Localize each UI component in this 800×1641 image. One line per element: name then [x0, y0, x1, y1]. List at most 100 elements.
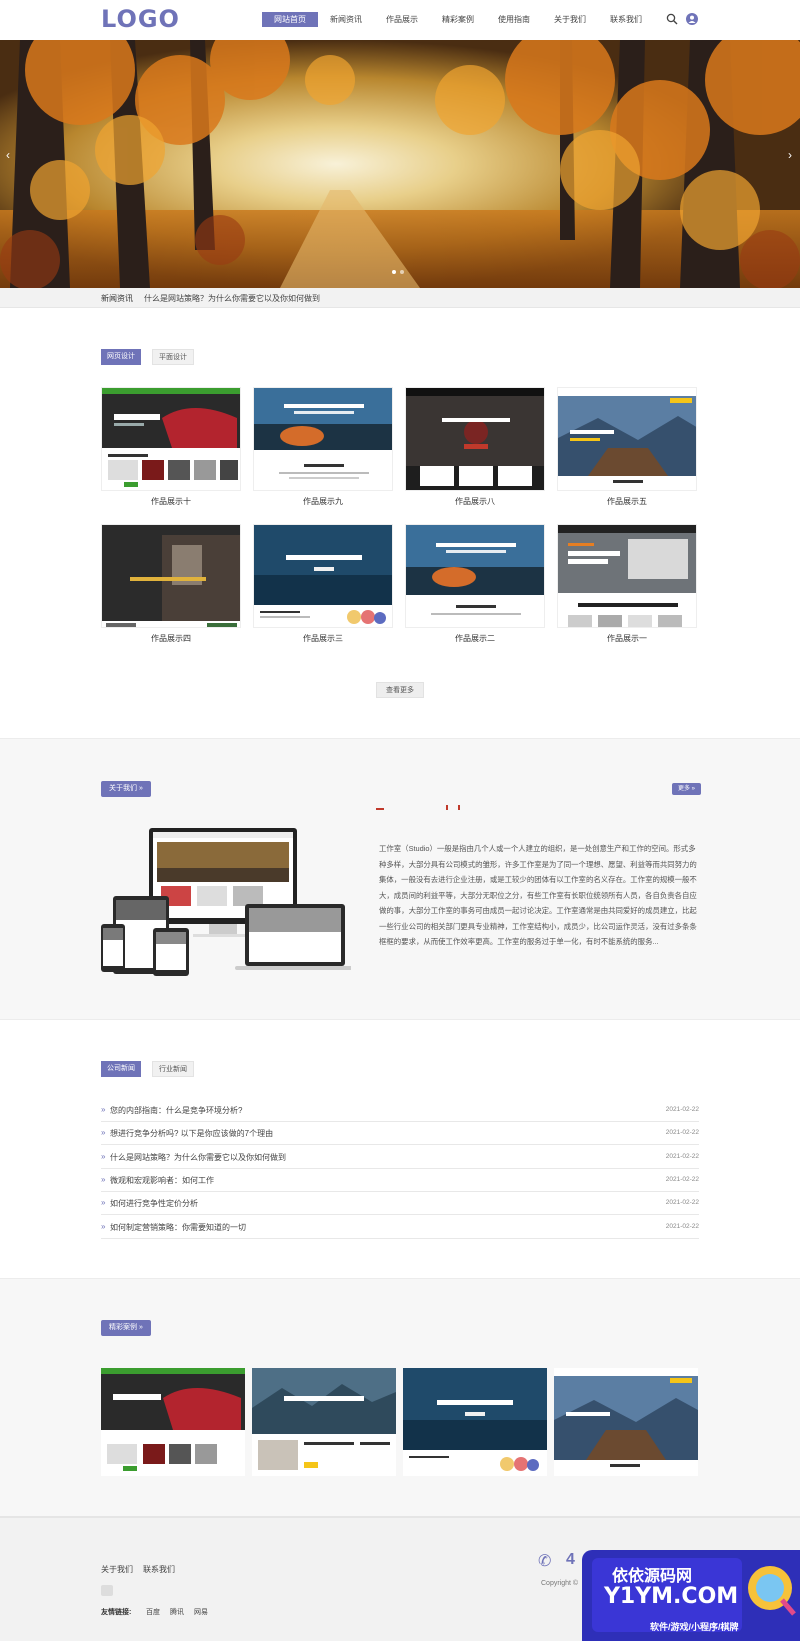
work-thumbnail [405, 387, 545, 491]
footer-link-about[interactable]: 关于我们 [101, 1564, 133, 1575]
news-bullet-icon: » [101, 1174, 106, 1184]
news-title[interactable]: 您的内部指南：什么是竞争环境分析? [110, 1105, 242, 1116]
nav-news[interactable]: 新闻资讯 [318, 12, 374, 27]
user-icon[interactable] [686, 13, 698, 25]
work-thumbnail [557, 387, 697, 491]
tab-web-design[interactable]: 网页设计 [101, 349, 141, 365]
title-decoration [376, 805, 460, 810]
work-thumbnail [557, 524, 697, 628]
work-caption[interactable]: 作品展示五 [557, 496, 697, 507]
banner-prev-arrow[interactable]: ‹ [6, 148, 10, 162]
banner-dot[interactable] [392, 270, 396, 274]
news-item[interactable]: » 您的内部指南：什么是竞争环境分析? 2021-02-22 [101, 1099, 699, 1122]
case-card[interactable] [403, 1368, 547, 1476]
case-card[interactable] [252, 1368, 396, 1476]
copyright: Copyright © [541, 1580, 579, 1587]
news-title[interactable]: 什么是网站策略？为什么你需要它以及你如何做到 [110, 1152, 286, 1163]
work-caption[interactable]: 作品展示三 [253, 633, 393, 644]
banner-dot[interactable] [400, 270, 404, 274]
work-caption[interactable]: 作品展示九 [253, 496, 393, 507]
news-title[interactable]: 想进行竞争分析吗? 以下是你应该做的7个理由 [110, 1128, 273, 1139]
site-header: LOGO 网站首页 新闻资讯 作品展示 精彩案例 使用指南 关于我们 联系我们 [0, 0, 800, 40]
banner-next-arrow[interactable]: › [788, 148, 792, 162]
work-card[interactable]: 作品展示八 [405, 387, 545, 507]
devices-illustration [101, 828, 351, 976]
about-title-button[interactable]: 关于我们 » [101, 781, 151, 797]
news-date: 2021-02-22 [665, 1199, 699, 1207]
watermark-line2: Y1YM.COM [604, 1584, 739, 1609]
search-icon[interactable] [666, 13, 678, 25]
news-date: 2021-02-22 [665, 1129, 699, 1137]
ticker-link[interactable]: 什么是网站策略？为什么你需要它以及你如何做到 [144, 293, 320, 304]
case-card[interactable] [101, 1368, 245, 1476]
work-thumbnail [405, 524, 545, 628]
nav-cases[interactable]: 精彩案例 [430, 12, 486, 27]
work-card[interactable]: 作品展示十 [101, 387, 241, 507]
news-item[interactable]: » 微观和宏观影响者：如何工作 2021-02-22 [101, 1169, 699, 1192]
wechat-icon[interactable] [101, 1585, 113, 1596]
about-section: 关于我们 » 更多 » 工作室（Studio）一般是指由几个人或一个人建立的组织… [0, 738, 800, 1020]
news-date: 2021-02-22 [665, 1222, 699, 1230]
news-title[interactable]: 如何进行竞争性定价分析 [110, 1198, 198, 1209]
work-card[interactable]: 作品展示一 [557, 524, 697, 644]
friend-link[interactable]: 网易 [194, 1607, 208, 1617]
news-item[interactable]: » 想进行竞争分析吗? 以下是你应该做的7个理由 2021-02-22 [101, 1122, 699, 1146]
work-card[interactable]: 作品展示四 [101, 524, 241, 644]
view-more-button[interactable]: 查看更多 [376, 682, 424, 698]
work-thumbnail [253, 387, 393, 491]
work-card[interactable]: 作品展示三 [253, 524, 393, 644]
work-card[interactable]: 作品展示二 [405, 524, 545, 644]
main-nav: 网站首页 新闻资讯 作品展示 精彩案例 使用指南 关于我们 联系我们 [262, 12, 654, 27]
news-bullet-icon: » [101, 1151, 106, 1161]
news-date: 2021-02-22 [665, 1152, 699, 1160]
case-card[interactable] [554, 1368, 698, 1476]
cases-section: 精彩案例 » [0, 1278, 800, 1516]
ticker-label: 新闻资讯 [101, 294, 133, 303]
news-title[interactable]: 微观和宏观影响者：如何工作 [110, 1175, 214, 1186]
news-item[interactable]: » 如何制定营销策略：你需要知道的一切 2021-02-22 [101, 1216, 699, 1239]
news-title[interactable]: 如何制定营销策略：你需要知道的一切 [110, 1222, 246, 1233]
work-thumbnail [101, 387, 241, 491]
site-logo[interactable]: LOGO [101, 5, 180, 33]
news-date: 2021-02-22 [665, 1175, 699, 1183]
news-ticker: 新闻资讯 什么是网站策略？为什么你需要它以及你如何做到 [0, 288, 800, 308]
tab-industry-news[interactable]: 行业新闻 [152, 1061, 194, 1077]
work-caption[interactable]: 作品展示一 [557, 633, 697, 644]
news-bullet-icon: » [101, 1128, 106, 1138]
footer-link-contact[interactable]: 联系我们 [143, 1564, 175, 1575]
about-description: 工作室（Studio）一般是指由几个人或一个人建立的组织，是一处创意生产和工作的… [379, 844, 697, 946]
friend-link[interactable]: 百度 [146, 1607, 160, 1617]
news-date: 2021-02-22 [665, 1106, 699, 1113]
work-caption[interactable]: 作品展示八 [405, 496, 545, 507]
nav-works[interactable]: 作品展示 [374, 12, 430, 27]
banner-dots [392, 270, 404, 274]
nav-contact[interactable]: 联系我们 [598, 12, 654, 27]
work-caption[interactable]: 作品展示四 [101, 633, 241, 644]
watermark-line3: 软件/游戏/小程序/棋牌 [650, 1622, 739, 1632]
tab-company-news[interactable]: 公司新闻 [101, 1061, 141, 1077]
nav-about[interactable]: 关于我们 [542, 12, 598, 27]
about-more-button[interactable]: 更多 » [672, 783, 702, 795]
phone-number: 4 [566, 1551, 575, 1568]
news-bullet-icon: » [101, 1221, 106, 1231]
work-card[interactable]: 作品展示九 [253, 387, 393, 507]
watermark-line1: 依依源码网 [612, 1568, 693, 1585]
cases-title-button[interactable]: 精彩案例 » [101, 1320, 151, 1336]
news-item[interactable]: » 什么是网站策略？为什么你需要它以及你如何做到 2021-02-22 [101, 1146, 699, 1169]
work-caption[interactable]: 作品展示二 [405, 633, 545, 644]
work-thumbnail [253, 524, 393, 628]
news-bullet-icon: » [101, 1105, 106, 1114]
news-item[interactable]: » 如何进行竞争性定价分析 2021-02-22 [101, 1192, 699, 1216]
tab-graphic-design[interactable]: 平面设计 [152, 349, 194, 365]
nav-home[interactable]: 网站首页 [262, 12, 318, 27]
work-caption[interactable]: 作品展示十 [101, 496, 241, 507]
hero-banner[interactable]: ‹ › [0, 40, 800, 288]
work-card[interactable]: 作品展示五 [557, 387, 697, 507]
watermark-badge[interactable]: 依依源码网 Y1YM.COM 软件/游戏/小程序/棋牌 [582, 1550, 800, 1641]
nav-guide[interactable]: 使用指南 [486, 12, 542, 27]
news-bullet-icon: » [101, 1198, 106, 1208]
work-thumbnail [101, 524, 241, 628]
friend-link[interactable]: 腾讯 [170, 1607, 184, 1617]
friend-links-label: 友情链接: [101, 1609, 132, 1616]
phone-icon: ✆ [538, 1553, 552, 1570]
